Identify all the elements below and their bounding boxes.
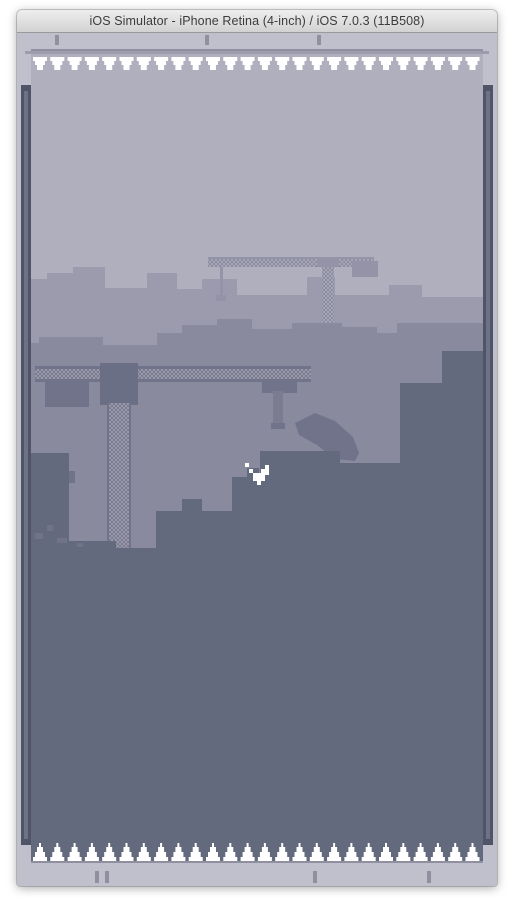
game-screen[interactable] <box>17 33 497 886</box>
window-title: iOS Simulator - iPhone Retina (4-inch) /… <box>89 14 425 28</box>
window-titlebar[interactable]: iOS Simulator - iPhone Retina (4-inch) /… <box>17 10 497 33</box>
simulator-window: iOS Simulator - iPhone Retina (4-inch) /… <box>17 10 497 886</box>
game-canvas[interactable] <box>17 33 497 886</box>
